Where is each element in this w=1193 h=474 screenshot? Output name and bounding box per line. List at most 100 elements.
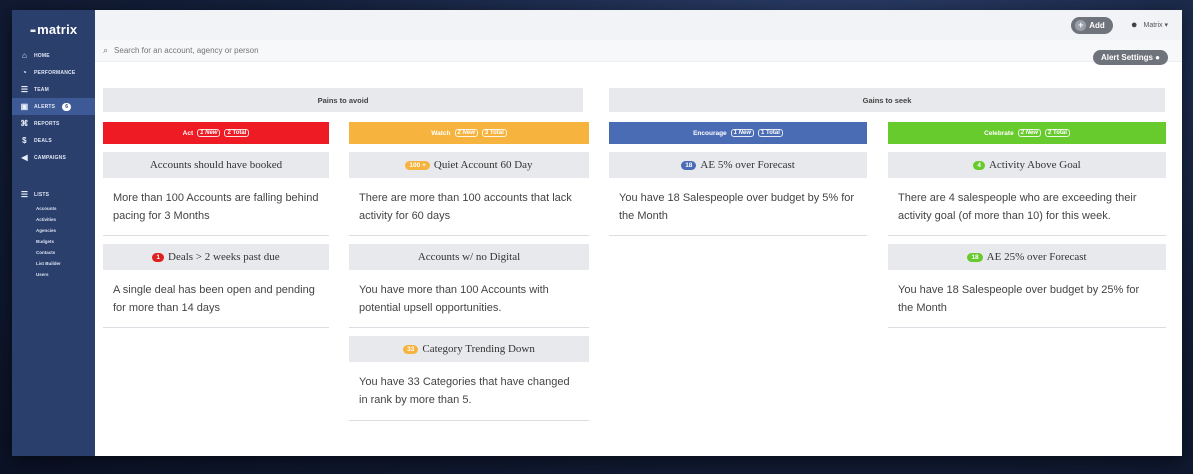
- total-count-badge: 2 Total: [1045, 129, 1070, 137]
- sidebar-item-label: LISTS: [34, 191, 50, 198]
- column-title: Celebrate: [984, 129, 1014, 137]
- top-bar: + Add ● Matrix ▾: [95, 10, 1182, 40]
- total-count-badge: 3 Total: [481, 129, 507, 137]
- sidebar-item-campaigns[interactable]: ◀ CAMPAIGNS: [12, 149, 95, 166]
- report-icon: ⌘: [20, 119, 29, 128]
- sidebar-subitem[interactable]: Contacts: [12, 247, 95, 258]
- user-icon: ●: [1130, 19, 1138, 31]
- new-count-badge: 1 New: [730, 129, 755, 137]
- column-header[interactable]: Celebrate 2 New 2 Total: [888, 122, 1166, 144]
- list-icon: ☰: [20, 190, 29, 199]
- user-name: Matrix ▾: [1143, 22, 1168, 29]
- alert-title-text: Quiet Account 60 Day: [433, 159, 533, 171]
- sidebar-subitem[interactable]: Budgets: [12, 236, 95, 247]
- alert-card[interactable]: 1 Deals > 2 weeks past due A single deal h…: [103, 244, 329, 329]
- logo-mark-icon: ▪▪: [30, 26, 36, 37]
- sidebar-item-home[interactable]: ⌂ HOME: [12, 47, 95, 64]
- sidebar-item-alerts[interactable]: ▣ ALERTS 6: [12, 98, 95, 115]
- brand-logo[interactable]: ▪▪ matrix: [12, 18, 95, 47]
- new-count-badge: 2 New: [454, 129, 478, 137]
- sidebar-item-label: HOME: [34, 52, 50, 59]
- search-icon: ⌕: [103, 45, 109, 55]
- alert-count-badge: 18: [681, 160, 697, 170]
- new-count-badge: 2 New: [1017, 129, 1042, 137]
- alert-card-body: There are more than 100 accounts that la…: [349, 178, 589, 237]
- plus-icon: +: [1075, 19, 1087, 31]
- sidebar-item-label: CAMPAIGNS: [34, 154, 66, 161]
- column-header[interactable]: Encourage 1 New 1 Total: [609, 122, 867, 144]
- sidebar-subitem[interactable]: Activities: [12, 214, 95, 225]
- column-act: Act 1 New 2 Total Accounts should have book…: [103, 122, 329, 329]
- alert-title-text: Deals > 2 weeks past due: [168, 251, 280, 264]
- alert-card-title: Accounts should have booked: [103, 152, 329, 178]
- app-window: ▪▪ matrix ⌂ HOME ◔ PERFORMANCE ☰ TEAM ▣ ALERTS 6 ⌘…: [12, 10, 1182, 456]
- alert-card-title: 33 Category Trending Down: [349, 336, 589, 363]
- alert-card-body: More than 100 Accounts are falling behin…: [103, 178, 329, 237]
- section-pains: Pains to avoid: [103, 88, 583, 112]
- alert-card-title: 18 AE 5% over Forecast: [609, 152, 867, 178]
- sidebar-item-team[interactable]: ☰ TEAM: [12, 81, 95, 98]
- sidebar-item-label: REPORTS: [34, 120, 60, 127]
- column-title: Act: [182, 129, 194, 137]
- megaphone-icon: ◀: [21, 153, 28, 162]
- alert-title-text: Accounts w/ no Digital: [417, 251, 521, 264]
- sidebar-item-reports[interactable]: ⌘ REPORTS: [12, 115, 95, 132]
- new-count-badge: 1 New: [197, 129, 221, 137]
- sidebar-item-label: DEALS: [34, 137, 52, 144]
- column-header[interactable]: Watch 2 New 3 Total: [349, 122, 589, 144]
- alert-card[interactable]: Accounts w/ no Digital You have more than…: [349, 244, 589, 329]
- sidebar-subitem[interactable]: Agencies: [12, 225, 95, 236]
- alert-card-title: 100 + Quiet Account 60 Day: [349, 152, 589, 178]
- main-content: + Add ● Matrix ▾ ⌕ Alert Settings ● Pain…: [95, 10, 1182, 456]
- column-encourage: Encourage 1 New 1 Total 18 AE 5% over Foreca…: [609, 122, 867, 237]
- alert-settings-button[interactable]: Alert Settings ●: [1092, 50, 1168, 65]
- sidebar-item-label: PERFORMANCE: [34, 69, 76, 76]
- alert-card-body: You have more than 100 Accounts with pot…: [349, 270, 589, 329]
- column-title: Watch: [431, 129, 451, 137]
- home-icon: ⌂: [21, 51, 28, 60]
- alert-card[interactable]: 33 Category Trending Down You have 33 Cate…: [349, 336, 589, 421]
- column-title: Encourage: [693, 129, 727, 137]
- dollar-icon: $: [22, 136, 27, 145]
- sidebar-subitem[interactable]: Users: [12, 269, 95, 280]
- alert-card[interactable]: 18 AE 25% over Forecast You have 18 Salesp…: [888, 244, 1166, 329]
- sidebar-subitem[interactable]: List Builder: [12, 258, 95, 269]
- alert-card-title: Accounts w/ no Digital: [349, 244, 589, 271]
- search-bar: ⌕: [95, 40, 1182, 62]
- alert-card-body: A single deal has been open and pending …: [103, 270, 329, 329]
- alert-card-body: You have 18 Salespeople over budget by 2…: [888, 270, 1166, 329]
- team-icon: ☰: [20, 85, 29, 94]
- brand-name: matrix: [37, 22, 78, 37]
- sidebar-item-performance[interactable]: ◔ PERFORMANCE: [12, 64, 95, 81]
- sidebar-subitem[interactable]: Accounts: [12, 203, 95, 214]
- alert-card-body: There are 4 salespeople who are exceedin…: [888, 178, 1166, 237]
- alert-count-badge: 6: [62, 102, 72, 111]
- alert-card[interactable]: 100 + Quiet Account 60 Day There are more …: [349, 152, 589, 237]
- alert-card[interactable]: 18 AE 5% over Forecast You have 18 Salespe…: [609, 152, 867, 237]
- column-header[interactable]: Act 1 New 2 Total: [103, 122, 329, 144]
- alert-count-badge: 18: [967, 252, 983, 262]
- alert-card[interactable]: 4 Activity Above Goal There are 4 salespeo…: [888, 152, 1166, 237]
- alert-card-title: 4 Activity Above Goal: [888, 152, 1166, 178]
- sidebar-item-label: TEAM: [34, 86, 49, 93]
- sidebar: ▪▪ matrix ⌂ HOME ◔ PERFORMANCE ☰ TEAM ▣ ALERTS 6 ⌘…: [12, 10, 95, 456]
- total-count-badge: 1 Total: [758, 129, 783, 137]
- chart-icon: ◔: [21, 68, 28, 77]
- alert-card-body: You have 33 Categories that have changed…: [349, 362, 589, 421]
- alert-card-title: 1 Deals > 2 weeks past due: [103, 244, 329, 271]
- alert-card-title: 18 AE 25% over Forecast: [888, 244, 1166, 271]
- alert-title-text: Category Trending Down: [422, 343, 535, 356]
- section-gains: Gains to seek: [609, 88, 1165, 112]
- add-button-label: Add: [1089, 20, 1105, 30]
- alert-icon: ▣: [20, 102, 29, 111]
- add-button[interactable]: + Add: [1071, 16, 1113, 34]
- alert-card[interactable]: Accounts should have booked More than 100…: [103, 152, 329, 237]
- sidebar-item-deals[interactable]: $ DEALS: [12, 132, 95, 149]
- alert-count-badge: 1: [152, 252, 165, 262]
- alert-card-body: You have 18 Salespeople over budget by 5…: [609, 178, 867, 237]
- alert-count-badge: 4: [973, 160, 985, 170]
- sidebar-item-label: ALERTS: [34, 103, 56, 110]
- sidebar-item-lists[interactable]: ☰ LISTS: [12, 186, 95, 203]
- search-input[interactable]: [114, 46, 515, 55]
- user-menu[interactable]: ● Matrix ▾: [1131, 19, 1168, 31]
